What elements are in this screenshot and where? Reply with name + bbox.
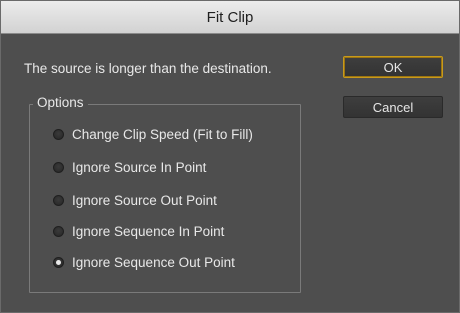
radio-button[interactable] <box>53 161 64 173</box>
option-label: Ignore Source Out Point <box>72 192 217 208</box>
cancel-button[interactable]: Cancel <box>343 96 443 118</box>
option-ignore-sequence-in[interactable]: Ignore Sequence In Point <box>53 221 224 241</box>
options-legend: Options <box>33 95 88 110</box>
radio-button[interactable] <box>53 194 64 206</box>
option-label: Change Clip Speed (Fit to Fill) <box>72 126 253 142</box>
option-label: Ignore Sequence In Point <box>72 223 225 239</box>
message-text: The source is longer than the destinatio… <box>24 61 272 76</box>
radio-button[interactable] <box>53 225 64 237</box>
option-ignore-source-out[interactable]: Ignore Source Out Point <box>53 190 217 210</box>
title-bar[interactable]: Fit Clip <box>1 1 459 34</box>
ok-button[interactable]: OK <box>343 56 443 78</box>
option-label: Ignore Sequence Out Point <box>72 254 235 270</box>
fit-clip-dialog: Fit Clip The source is longer than the d… <box>0 0 460 313</box>
radio-button-selected[interactable] <box>53 256 64 268</box>
radio-button[interactable] <box>53 128 64 140</box>
option-change-clip-speed[interactable]: Change Clip Speed (Fit to Fill) <box>53 124 253 144</box>
dialog-title: Fit Clip <box>206 8 254 26</box>
option-ignore-sequence-out[interactable]: Ignore Sequence Out Point <box>53 252 235 272</box>
option-ignore-source-in[interactable]: Ignore Source In Point <box>53 157 206 177</box>
option-label: Ignore Source In Point <box>72 159 207 175</box>
